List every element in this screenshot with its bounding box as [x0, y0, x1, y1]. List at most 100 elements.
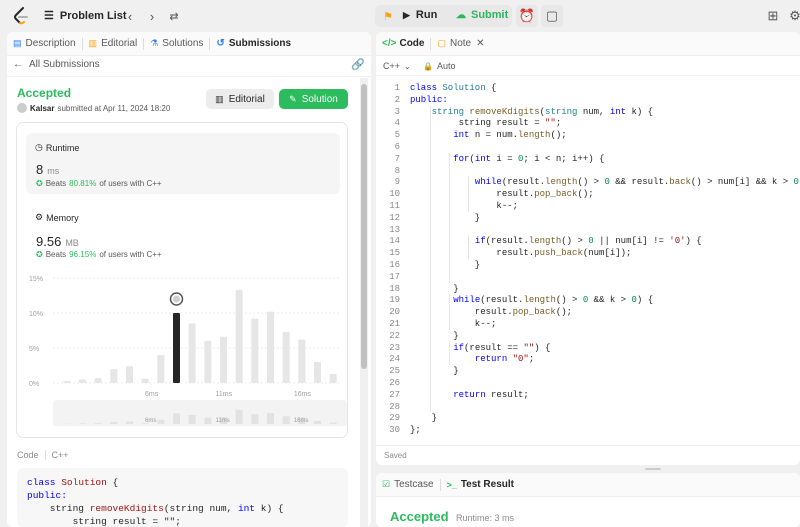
submitted-code-line: class Solution { [27, 477, 118, 489]
line-number: 23 [389, 342, 400, 353]
history-icon: ↺ [216, 38, 225, 49]
code-token: '0' [669, 236, 686, 247]
avatar[interactable] [17, 103, 27, 113]
horizontal-splitter[interactable] [645, 468, 661, 470]
language-label: C++ [383, 61, 401, 71]
tab-code[interactable]: </> Code [376, 32, 430, 56]
bar[interactable] [126, 366, 133, 383]
x-tick-label: 11ms [216, 391, 233, 398]
tab-description-label: Description [25, 38, 76, 49]
line-number: 19 [389, 295, 400, 306]
runtime-box[interactable]: ◷ Runtime 8 ms ✪ Beats 80.81% of users w… [26, 133, 340, 194]
line-text: int n = num.length(); [410, 129, 567, 141]
bar[interactable] [329, 373, 337, 383]
editorial-button-label: Editorial [228, 93, 265, 105]
notes-icon[interactable]: ▢ [541, 5, 563, 27]
code-token: return [453, 389, 486, 400]
solution-button[interactable]: ✎ Solution [279, 89, 348, 109]
code-token: (result == [464, 342, 524, 353]
code-token: { [485, 83, 497, 93]
top-bar: ☰ Problem List ‹ › ⇄ ⚑ ▶ Run ☁ Submit ⏰ … [0, 0, 800, 32]
bar-highlight[interactable] [173, 313, 180, 383]
code-token: string result = ""; [27, 516, 181, 527]
bar[interactable] [188, 323, 196, 384]
code-editor[interactable]: 1 class Solution {2 public: 3 string remove… [376, 79, 800, 443]
runtime-title: ◷ Runtime [35, 142, 79, 153]
tab-test-result[interactable]: >_ Test Result [441, 473, 520, 497]
editor-toolbar: C++ ⌄ 🔒 Auto [376, 56, 800, 76]
problem-list-button[interactable]: ☰ Problem List [44, 9, 127, 23]
bar[interactable] [63, 380, 71, 383]
memory-value: 9.56 [36, 234, 62, 249]
code-token: } [410, 366, 459, 377]
code-token: } [410, 260, 481, 270]
shuffle-icon[interactable]: ⇄ [163, 5, 185, 27]
code-token: ) { [534, 342, 551, 353]
bar[interactable] [251, 318, 259, 383]
memory-value-row: 9.56 MB [36, 234, 79, 249]
code-tab-bar: </> Code ▢ Note ✕ [376, 32, 800, 56]
bar[interactable] [298, 339, 306, 383]
left-scrollbar[interactable] [360, 78, 368, 527]
code-token: (result. [480, 295, 524, 306]
line-number: 18 [389, 283, 400, 294]
bar[interactable] [141, 378, 149, 383]
code-token: && result. [609, 177, 670, 188]
username[interactable]: Kalsar [30, 104, 54, 113]
layout-icon[interactable]: ⊞ [762, 5, 784, 27]
tab-editorial[interactable]: ▥ Editorial [83, 32, 144, 56]
editorial-button[interactable]: ▥ Editorial [206, 89, 274, 109]
run-button[interactable]: ▶ Run [403, 9, 437, 21]
bar[interactable] [204, 341, 212, 383]
tab-solutions[interactable]: ⚗ Solutions [144, 32, 209, 56]
line-text: } [410, 365, 459, 377]
bar[interactable] [157, 355, 165, 383]
auto-mode[interactable]: 🔒 Auto [423, 61, 455, 71]
code-token: k) { [626, 106, 654, 117]
memory-section[interactable]: ⚙ Memory 9.56 MB ✪ Beats 96.15% of users… [26, 204, 340, 264]
close-note-icon[interactable]: ✕ [476, 38, 484, 49]
code-token: ) { [636, 295, 654, 306]
memory-title: ⚙ Memory [35, 212, 79, 223]
language-select[interactable]: C++ ⌄ [383, 61, 411, 71]
x-tick-label: 6ms [145, 391, 159, 398]
timer-icon[interactable]: ⏰ [516, 5, 538, 27]
code-token: length [523, 295, 556, 306]
code-token: i = [491, 153, 519, 164]
tab-submissions[interactable]: ↺ Submissions [210, 32, 297, 56]
code-header-lang: C++ [51, 450, 69, 460]
tab-testcase[interactable]: ☑ Testcase [376, 473, 440, 497]
code-token: () > [577, 177, 605, 188]
prev-problem-icon[interactable]: ‹ [119, 5, 141, 27]
bar[interactable] [314, 362, 321, 383]
settings-icon[interactable]: ⚙ [784, 5, 800, 27]
bar[interactable] [282, 331, 290, 383]
bar[interactable] [267, 311, 274, 383]
next-problem-icon[interactable]: › [141, 5, 163, 27]
tab-note[interactable]: ▢ Note ✕ [431, 32, 490, 56]
line-text: } [410, 259, 480, 271]
bar[interactable] [110, 369, 118, 383]
code-token: (); [550, 130, 567, 141]
line-number: 17 [389, 271, 400, 282]
all-submissions-link[interactable]: ← All Submissions [13, 59, 100, 70]
left-tab-bar: ▤ Description ▥ Editorial ⚗ Solutions ↺ … [7, 32, 371, 56]
bar[interactable] [235, 289, 243, 383]
overview-bar [204, 417, 212, 424]
debug-icon[interactable]: ⚑ [377, 5, 399, 27]
share-link-icon[interactable]: 🔗 [351, 58, 365, 71]
bar[interactable] [94, 378, 102, 383]
line-number: 22 [389, 330, 400, 341]
problem-list-label: Problem List [59, 9, 127, 22]
bar[interactable] [79, 379, 86, 384]
code-token: int [609, 106, 627, 117]
header-divider [7, 76, 371, 77]
tab-editorial-label: Editorial [101, 38, 138, 49]
bar[interactable] [220, 336, 227, 383]
leetcode-logo-icon[interactable] [13, 7, 29, 25]
tab-description[interactable]: ▤ Description [7, 32, 82, 56]
left-scrollbar-thumb[interactable] [361, 84, 367, 369]
submit-button[interactable]: ☁ Submit [456, 9, 508, 21]
overview-bar [314, 420, 321, 424]
